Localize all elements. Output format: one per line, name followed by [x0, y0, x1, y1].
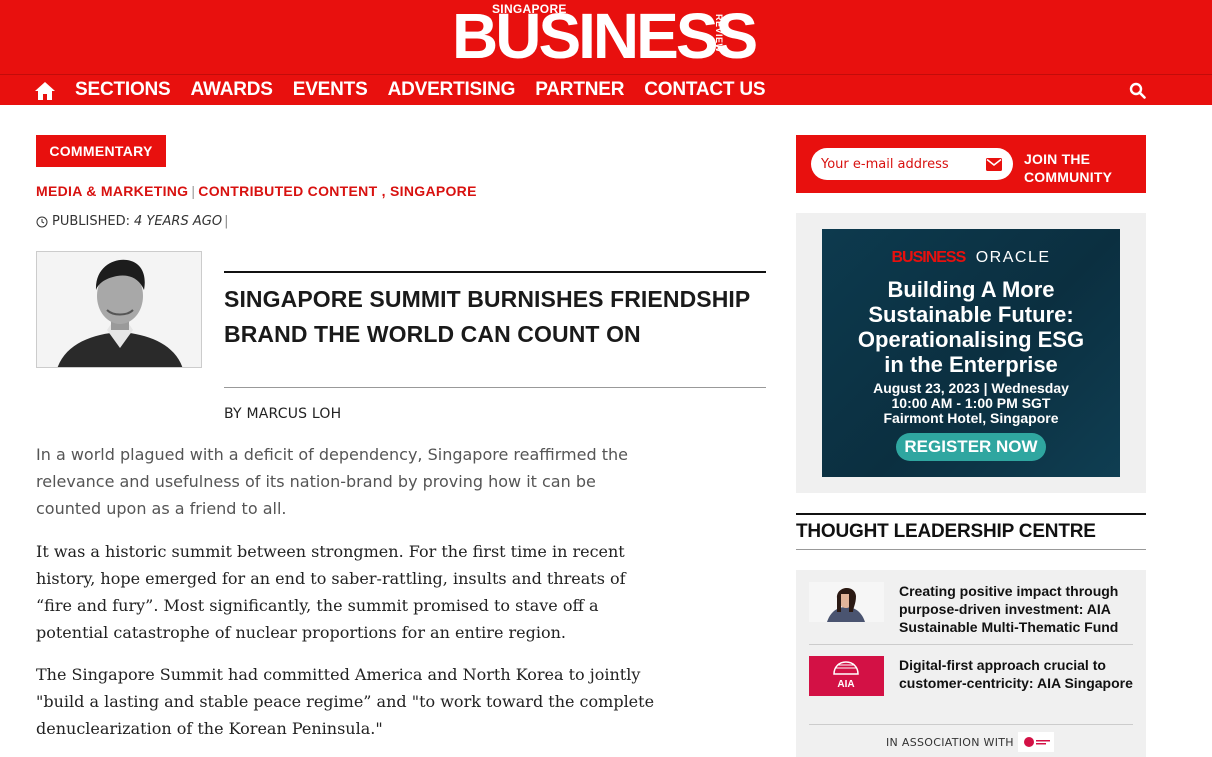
partner-logo-mark — [1024, 737, 1050, 747]
category-comma: , — [377, 183, 391, 199]
published-label: PUBLISHED: — [52, 214, 130, 229]
logo-small-text: SINGAPORE — [492, 2, 567, 16]
main-nav: SECTIONS AWARDS EVENTS ADVERTISING PARTN… — [0, 74, 1212, 105]
tlc-thumbnail-aia-logo[interactable]: AIA — [809, 656, 884, 696]
ad-date-line: August 23, 2023 | Wednesday — [873, 380, 1069, 396]
nav-item-partner[interactable]: PARTNER — [535, 79, 624, 101]
ad-time-line: 10:00 AM - 1:00 PM SGT — [891, 395, 1051, 411]
ad-brand-oracle: ORACLE — [975, 249, 1051, 266]
article-paragraph: It was a historic summit between strongm… — [36, 542, 626, 642]
ad-title-line: Sustainable Future: — [868, 302, 1074, 327]
aia-logo-text: AIA — [837, 679, 854, 690]
category-link-contributed-content[interactable]: CONTRIBUTED CONTENT — [198, 183, 377, 199]
nav-item-awards[interactable]: AWARDS — [191, 79, 273, 101]
ad-title-line: Building A More — [887, 277, 1055, 302]
ad-venue-line: Fairmont Hotel, Singapore — [883, 410, 1059, 426]
category-link-singapore[interactable]: SINGAPORE — [390, 183, 477, 199]
author-photo — [36, 251, 202, 368]
published-separator: | — [224, 214, 229, 229]
ad-brands: BUSINESS ORACLE — [822, 249, 1120, 267]
published-ago: 4 YEARS AGO — [133, 214, 223, 229]
ad-brand-business: BUSINESS — [891, 249, 966, 266]
ad-title-line: in the Enterprise — [884, 352, 1058, 377]
published-info: PUBLISHED: 4 YEARS AGO | — [36, 214, 228, 229]
thought-leadership-heading: THOUGHT LEADERSHIP CENTRE — [796, 521, 1096, 542]
ad-title-line: Operationalising ESG — [857, 327, 1085, 352]
article-byline: BY MARCUS LOH — [224, 406, 342, 422]
aia-logo-image: AIA — [809, 656, 884, 696]
list-divider — [809, 724, 1133, 725]
nav-item-advertising[interactable]: ADVERTISING — [388, 79, 516, 101]
thought-leadership-list: Creating positive impact through purpose… — [796, 570, 1146, 757]
tlc-rule-bottom — [796, 549, 1146, 550]
title-rule-top — [224, 271, 766, 273]
category-separator: | — [191, 183, 196, 199]
email-input[interactable] — [811, 148, 1013, 180]
ad-event-details: August 23, 2023 | Wednesday 10:00 AM - 1… — [822, 381, 1120, 426]
logo-side-text: REVIEW — [714, 14, 724, 53]
nav-item-contact-us[interactable]: CONTACT US — [644, 79, 765, 101]
masthead: BUSINESS SINGAPORE REVIEW — [0, 0, 1212, 74]
newsletter-signup: JOIN THE COMMUNITY — [796, 135, 1146, 193]
article-title: SINGAPORE SUMMIT BURNISHES FRIENDSHIP BR… — [224, 286, 750, 347]
category-links: MEDIA & MARKETING | CONTRIBUTED CONTENT , … — [36, 183, 477, 199]
home-icon[interactable] — [34, 81, 56, 101]
partner-logo[interactable] — [1018, 732, 1054, 752]
woman-portrait-image — [809, 582, 884, 622]
category-badge[interactable]: COMMENTARY — [36, 135, 166, 167]
nav-items: SECTIONS AWARDS EVENTS ADVERTISING PARTN… — [75, 79, 785, 101]
clock-icon — [36, 216, 48, 227]
tlc-item-title[interactable]: Digital-first approach crucial to custom… — [899, 656, 1133, 692]
tlc-rule-top — [796, 513, 1146, 515]
ad-panel: BUSINESS ORACLE Building A More Sustaina… — [796, 213, 1146, 493]
event-advertisement[interactable]: BUSINESS ORACLE Building A More Sustaina… — [822, 229, 1120, 477]
nav-item-sections[interactable]: SECTIONS — [75, 79, 171, 101]
tlc-item-title[interactable]: Creating positive impact through purpose… — [899, 582, 1133, 636]
title-rule-bottom — [224, 387, 766, 388]
join-community-button[interactable]: JOIN THE COMMUNITY — [1024, 150, 1139, 186]
site-logo[interactable]: BUSINESS SINGAPORE REVIEW — [452, 0, 758, 74]
envelope-icon[interactable] — [986, 158, 1002, 171]
search-icon[interactable] — [1129, 82, 1146, 99]
nav-item-events[interactable]: EVENTS — [293, 79, 368, 101]
article-lead: In a world plagued with a deficit of dep… — [36, 445, 628, 518]
list-divider — [809, 644, 1133, 645]
category-link-media-marketing[interactable]: MEDIA & MARKETING — [36, 183, 188, 199]
author-portrait-image — [37, 252, 201, 367]
tlc-thumbnail-portrait[interactable] — [809, 582, 884, 622]
ad-title: Building A More Sustainable Future: Oper… — [822, 277, 1120, 377]
article-paragraph: The Singapore Summit had committed Ameri… — [36, 665, 655, 738]
register-now-button[interactable]: REGISTER NOW — [896, 433, 1046, 461]
association-label: IN ASSOCIATION WITH — [886, 736, 1014, 749]
